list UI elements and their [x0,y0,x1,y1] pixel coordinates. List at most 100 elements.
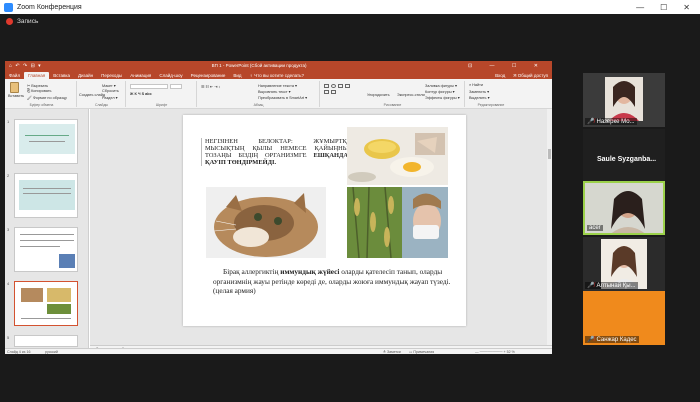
tab-slideshow[interactable]: Слайд-шоу [155,72,186,79]
shape-fill-button[interactable]: Заливка фигуры ▾ [425,83,457,88]
notes-toggle[interactable]: ≜ Заметки [383,350,401,354]
tell-me-search[interactable]: ♀ Что вы хотите сделать? [246,72,308,79]
vertical-scrollbar[interactable] [547,109,552,345]
muted-mic-icon: 🎤̸ [587,337,595,343]
thumb-bg [19,180,75,210]
clipboard-group-label: Буфер обмена [29,103,54,107]
participant-tile[interactable]: 🎤̸ Санжар Кадес [583,291,665,345]
participant-tile[interactable]: Saule Syzganba... [583,129,665,183]
ppt-window-controls[interactable]: ⊡ — ☐ ✕ [468,63,546,69]
minimize-button[interactable]: — [636,3,644,12]
current-slide[interactable]: НЕГІЗІНЕН БЕЛОКТАР: ЖҰМЫРТҚА, МЫСЫҚТЫҢ Қ… [183,115,466,326]
participant-name-label: 🎤̸ Назерке Мо... [585,118,637,125]
muted-mic-icon: 🎤̸ [587,283,595,289]
tab-file[interactable]: Файл [5,72,24,79]
thumb-line [29,141,65,142]
tab-home[interactable]: Главная [24,72,50,79]
slide-thumbnail-1[interactable] [14,119,78,164]
copy-button[interactable]: ⎘ Копировать [27,89,52,93]
slide-text-block-2[interactable]: Бірақ аллергиктің иммундық жүйесі оларды… [213,267,453,296]
shape-oval-icon[interactable] [331,84,336,88]
participant-name: Алтынай Қы... [596,282,636,289]
ppt-document-title: ВП 1 - PowerPoint (Сбой активации продук… [211,63,307,68]
shape-textbox-icon[interactable] [324,90,329,94]
tab-review[interactable]: Рецензирование [187,72,230,79]
window-title: Zoom Конференция [17,3,82,11]
tab-animation[interactable]: Анимация [126,72,155,79]
record-label: Запись [17,18,39,25]
shape-outline-button[interactable]: Контур фигуры ▾ [425,89,455,94]
tab-insert[interactable]: Вставка [49,72,74,79]
tab-view[interactable]: Вид [229,72,245,79]
font-size-box[interactable] [170,84,182,89]
replace-button[interactable]: Заменить ▾ [469,89,489,94]
close-button[interactable]: ✕ [683,3,690,12]
slide-counter: Слайд 4 из 16 [7,349,31,354]
reset-button[interactable]: Сбросить [102,89,119,93]
maximize-button[interactable]: ☐ [660,3,667,12]
thumb-line [23,188,71,189]
smartart-button[interactable]: Преобразовать в SmartArt ▾ [258,95,307,100]
share-button[interactable]: Я Общий доступ [509,72,552,79]
text-direction-button[interactable]: Направление текста ▾ [258,83,297,88]
slide-thumbnail-5[interactable] [14,335,78,347]
shape-arrow-icon[interactable] [345,84,350,88]
pollen-allergy-photo[interactable] [347,187,448,258]
slide-thumbnail-2[interactable] [14,173,78,218]
slide-text-2-a: Бірақ аллергиктің [223,267,281,276]
shape-triangle-icon[interactable] [331,90,336,94]
shape-line-icon[interactable] [338,84,343,88]
find-button[interactable]: ⌕ Найти [469,83,483,87]
scroll-thumb[interactable] [548,149,551,159]
zoom-slider[interactable]: — ───────── + 52 % [475,350,515,354]
tab-transitions[interactable]: Переходы [97,72,126,79]
participant-name-label: acer [587,225,603,231]
section-button[interactable]: Раздел ▾ [102,95,118,100]
editing-group-label: Редактирование [477,103,505,107]
font-format-buttons[interactable]: Ж К Ч S abc [130,92,152,96]
participant-tile[interactable]: 🎤̸ Алтынай Қы... [583,237,665,291]
cat-photo[interactable] [206,187,326,258]
thumb-image [47,304,71,314]
egg-photo[interactable] [347,127,448,185]
layout-button[interactable]: Макет ▾ [102,83,116,88]
thumb-line [20,246,60,247]
quick-styles-button[interactable]: Экспресс-стили [397,93,425,97]
language-indicator[interactable]: русский [45,350,58,354]
shape-rect-icon[interactable] [324,84,329,88]
clipboard-group: Вставить ✂ Вырезать ⎘ Копировать 🖌 Форма… [7,81,77,107]
cat-illustration [206,187,326,258]
tab-design[interactable]: Дизайн [74,72,97,79]
arrange-button[interactable]: Упорядочить [367,93,390,97]
thumb-image [47,288,71,302]
participant-name: Назерке Мо... [596,118,635,125]
participant-tile[interactable]: 🎤̸ Назерке Мо... [583,73,665,127]
comments-toggle[interactable]: ▭ Примечания [409,350,434,354]
participant-tile-active-speaker[interactable]: acer [583,181,665,235]
participant-name-label: Saule Syzganba... [595,156,658,163]
align-text-button[interactable]: Выровнять текст ▾ [258,89,291,94]
sign-in-link[interactable]: Вход [491,72,509,79]
font-group: Ж К Ч S abc Шрифт [127,81,197,107]
recording-indicator[interactable]: Запись [6,18,38,25]
egg-illustration [347,127,448,185]
cut-button[interactable]: ✂ Вырезать [27,83,48,88]
drawing-group-label: Рисование [383,103,402,107]
shape-effects-button[interactable]: Эффекты фигуры ▾ [425,95,460,100]
slides-group-label: Слайды [94,103,109,107]
slide-thumbnail-4[interactable] [14,281,78,326]
slide-thumbnail-3[interactable] [14,227,78,272]
select-button[interactable]: Выделить ▾ [469,95,489,100]
thumb-number: 1 [7,119,10,124]
thumb-line [25,135,69,136]
muted-mic-icon: 🎤̸ [587,119,595,125]
paste-button[interactable]: Вставить [8,94,24,98]
slide-text-block-1[interactable]: НЕГІЗІНЕН БЕЛОКТАР: ЖҰМЫРТҚА, МЫСЫҚТЫҢ Қ… [201,138,353,166]
thumb-bg [19,124,75,154]
font-name-box[interactable] [130,84,168,89]
paste-icon[interactable] [10,82,19,93]
slide-canvas: НЕГІЗІНЕН БЕЛОКТАР: ЖҰМЫРТҚА, МЫСЫҚТЫҢ Қ… [90,109,552,345]
quick-access-toolbar[interactable]: ⌂ ↶ ↷ ⊟ ▾ [9,63,42,69]
format-painter-button[interactable]: 🖌 Формат по образцу [27,95,67,100]
list-buttons[interactable]: ☰ ☷ ⇤ ⇥ ↕ [201,84,220,89]
